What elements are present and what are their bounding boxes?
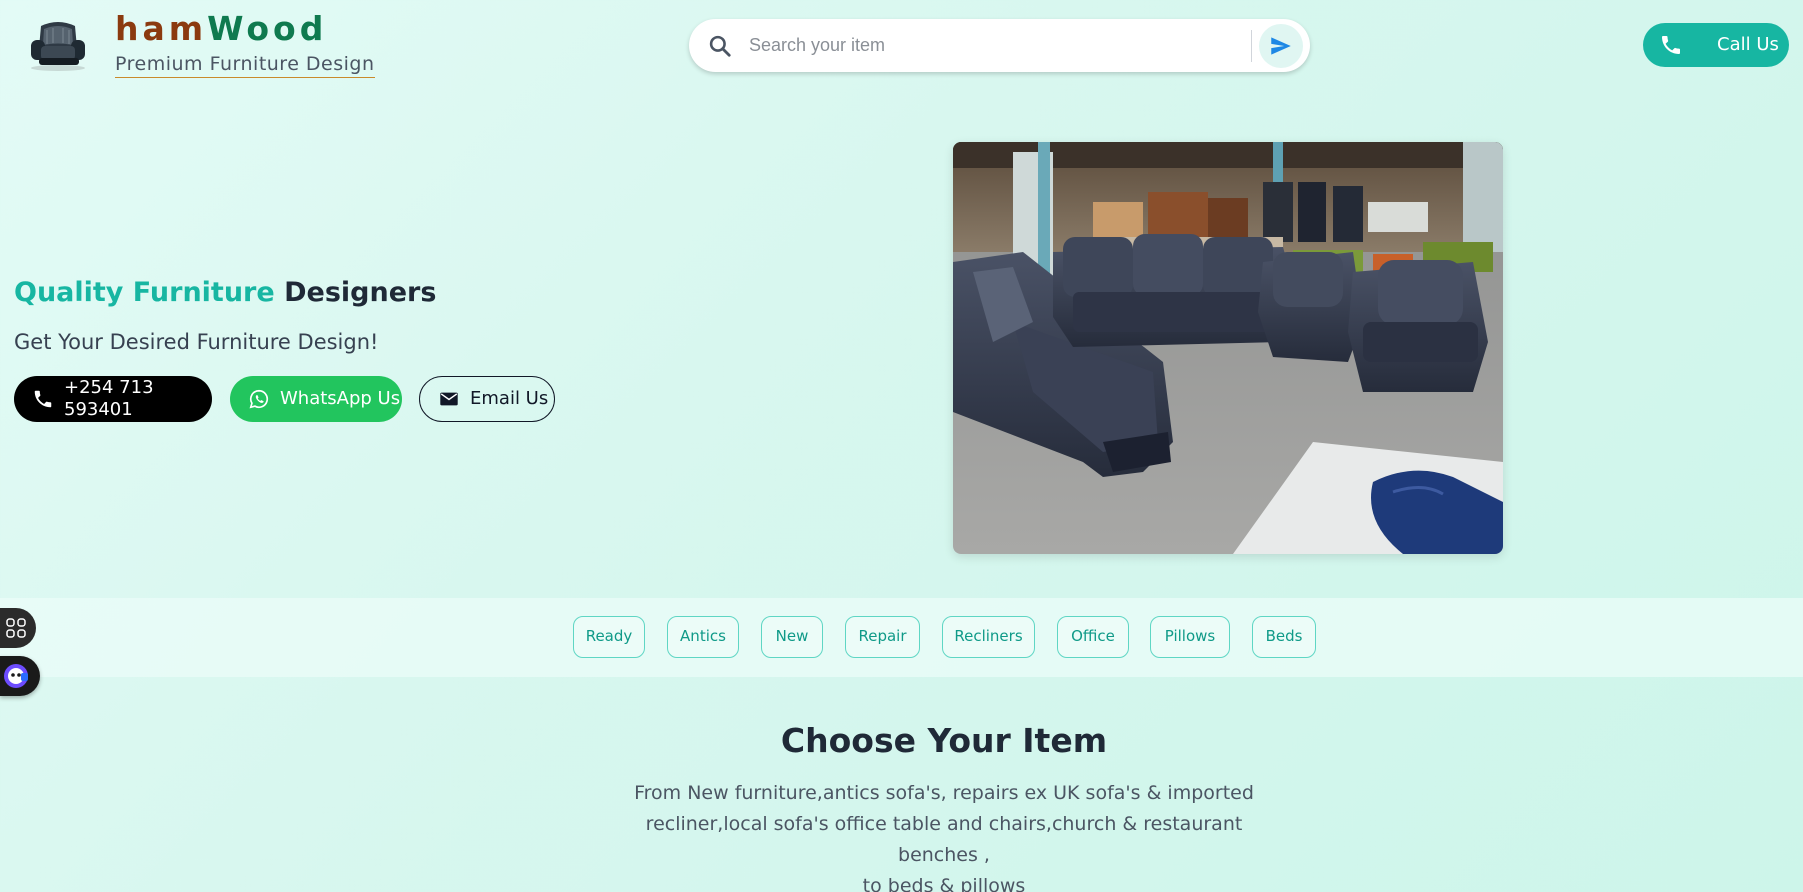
- choose-section-description: From New furniture,antics sofa's, repair…: [604, 778, 1284, 892]
- brand-tagline: Premium Furniture Design: [115, 52, 375, 78]
- category-chip-office[interactable]: Office: [1057, 616, 1129, 658]
- email-button-label: Email Us: [470, 388, 549, 409]
- category-chip-pillows[interactable]: Pillows: [1150, 616, 1230, 658]
- phone-icon: [34, 390, 52, 408]
- email-button[interactable]: Email Us: [419, 376, 555, 422]
- description-line: recliner,local sofa's office table and c…: [645, 813, 1243, 866]
- whatsapp-icon: [249, 389, 269, 409]
- hero-title-accent: Quality Furniture: [14, 277, 275, 308]
- choose-section-title: Choose Your Item: [780, 721, 1108, 760]
- search-input[interactable]: [749, 27, 1229, 64]
- hero-subtitle: Get Your Desired Furniture Design!: [14, 330, 379, 354]
- recliner-chair-logo-icon[interactable]: [27, 18, 89, 72]
- search-submit-button[interactable]: [1259, 24, 1303, 68]
- search-divider: [1251, 30, 1252, 62]
- send-icon: [1271, 37, 1291, 55]
- mail-icon: [440, 392, 458, 406]
- hero-sofa-photo: [953, 142, 1503, 554]
- brand-name-part1: ham: [115, 9, 208, 48]
- site-header: hamWood Premium Furniture Design Call Us: [0, 0, 1803, 92]
- category-chip-beds[interactable]: Beds: [1252, 616, 1316, 658]
- sofa-showroom-image: [953, 142, 1503, 554]
- brand-name-part2: Wood: [207, 9, 328, 48]
- whatsapp-button-label: WhatsApp Us: [280, 388, 401, 409]
- search-bar: [689, 19, 1310, 72]
- description-line: to beds & pillows: [862, 875, 1026, 892]
- category-chip-recliners[interactable]: Recliners: [942, 616, 1035, 658]
- phone-button-label: +254 713 593401: [64, 377, 154, 420]
- category-chip-antics[interactable]: Antics: [667, 616, 739, 658]
- search-icon: [709, 35, 731, 57]
- phone-icon: [1662, 36, 1680, 54]
- floating-assistant-button[interactable]: [0, 656, 40, 696]
- apps-grid-icon: [6, 618, 26, 638]
- category-chip-ready[interactable]: Ready: [573, 616, 645, 658]
- hero-title-rest: Designers: [284, 277, 437, 308]
- brand-name[interactable]: hamWood: [115, 8, 327, 50]
- description-line: From New furniture,antics sofa's, repair…: [634, 782, 1254, 804]
- hero-title: Quality Furniture Designers: [14, 274, 436, 312]
- call-us-label: Call Us: [1717, 34, 1779, 55]
- category-chip-repair[interactable]: Repair: [845, 616, 920, 658]
- category-bar: Ready Antics New Repair Recliners Office…: [0, 598, 1803, 677]
- assistant-bot-icon: [4, 664, 28, 688]
- call-us-button[interactable]: Call Us: [1643, 23, 1789, 67]
- whatsapp-button[interactable]: WhatsApp Us: [230, 376, 402, 422]
- phone-button[interactable]: +254 713 593401: [14, 376, 212, 422]
- category-chip-new[interactable]: New: [761, 616, 823, 658]
